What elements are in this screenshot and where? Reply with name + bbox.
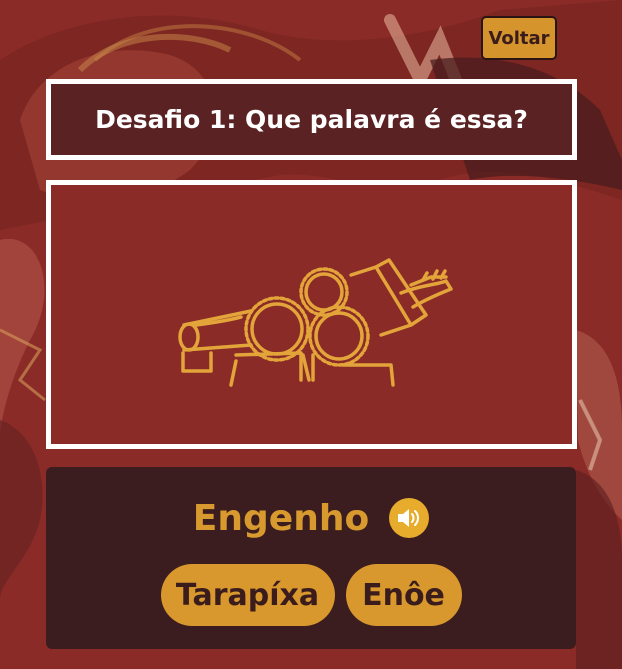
sugar-mill-engine-illustration	[178, 258, 453, 387]
answer-options: Tarapíxa Enôe	[46, 564, 576, 626]
back-button[interactable]: Voltar	[481, 16, 557, 60]
challenge-title-box: Desafio 1: Que palavra é essa?	[46, 79, 577, 160]
play-audio-button[interactable]	[389, 498, 430, 538]
option-button[interactable]: Tarapíxa	[160, 564, 335, 626]
speaker-icon	[398, 509, 420, 527]
answer-panel: Engenho Tarapíxa Enôe	[46, 467, 576, 649]
option-button[interactable]: Enôe	[345, 564, 462, 626]
answer-word: Engenho	[192, 497, 370, 539]
word-row: Engenho	[46, 493, 576, 543]
challenge-title: Desafio 1: Que palavra é essa?	[95, 105, 528, 134]
challenge-image-frame	[46, 180, 577, 449]
